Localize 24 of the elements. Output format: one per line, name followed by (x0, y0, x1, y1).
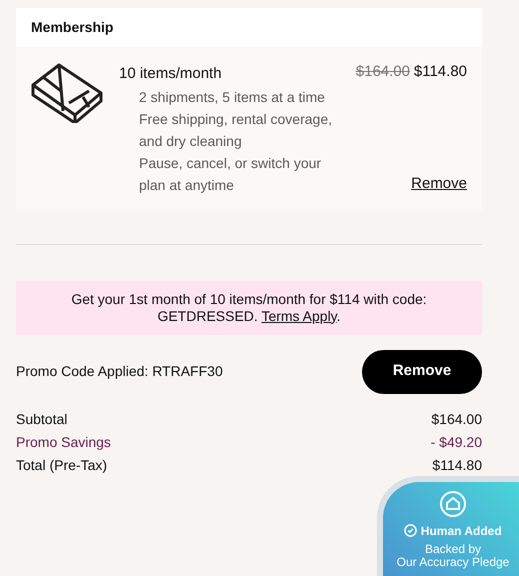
promo-code-label: Promo Code Applied: RTRAFF30 (16, 362, 223, 381)
price: $114.80 (414, 63, 467, 80)
badge-subtitle: Backed by (424, 542, 482, 556)
terms-link[interactable]: Terms Apply (261, 308, 337, 324)
check-circle-icon (404, 524, 418, 537)
summary-label: Promo Savings (16, 432, 111, 452)
badge-subtitle: Our Accuracy Pledge (396, 556, 510, 568)
remove-button[interactable]: Remove (362, 350, 482, 394)
summary-value: - $49.20 (430, 432, 482, 452)
summary-label: Subtotal (16, 410, 68, 428)
house-icon (439, 490, 467, 518)
feature-text: Free shipping, rental coverage, and dry cleaning (138, 110, 333, 151)
feature-text: Pause, cancel, or switch your plan at anytime (138, 154, 322, 195)
feature-text: 2 shipments, 5 items at a time (138, 88, 326, 107)
summary-label: Total (Pre-Tax) (16, 456, 108, 475)
plan-name: 10 items/month (119, 64, 223, 84)
remove-link[interactable]: Remove (411, 173, 467, 196)
original-price: $164.00 (356, 63, 410, 80)
summary-value: $114.80 (432, 456, 482, 474)
box-icon (31, 63, 103, 123)
summary-value: $164.00 (431, 410, 482, 428)
promo-banner: Get your 1st month of 10 items/month for $114 with code: GETDRESSED. Terms Apply. (16, 280, 482, 334)
badge-title: Human Added (420, 522, 502, 540)
card-title: Membership (31, 19, 114, 35)
